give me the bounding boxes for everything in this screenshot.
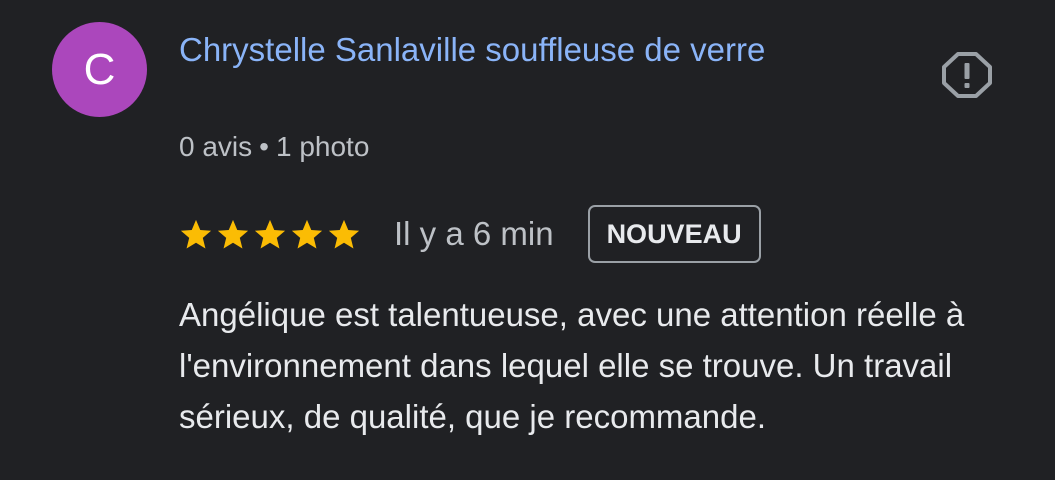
report-button[interactable] [940, 50, 994, 100]
star-icon [253, 217, 287, 251]
meta-separator: • [259, 131, 269, 162]
photo-count: 1 photo [275, 131, 370, 162]
rating-row: Il y a 6 min NOUVEAU [179, 203, 761, 265]
avatar[interactable]: C [52, 22, 147, 117]
alert-octagon-icon [942, 52, 992, 98]
star-icon [290, 217, 324, 251]
author-name-link[interactable]: Chrystelle Sanlaville souffleuse de verr… [179, 24, 819, 76]
review-count: 0 avis [179, 131, 253, 162]
review-time: Il y a 6 min [394, 215, 554, 252]
star-icon [327, 217, 361, 251]
author-meta: 0 avis • 1 photo [179, 128, 369, 166]
avatar-initial: C [83, 44, 116, 94]
star-icon [216, 217, 250, 251]
star-icon [179, 217, 213, 251]
review-text: Angélique est talentueuse, avec une atte… [179, 296, 965, 435]
star-rating [179, 217, 361, 251]
new-badge: NOUVEAU [587, 205, 761, 263]
